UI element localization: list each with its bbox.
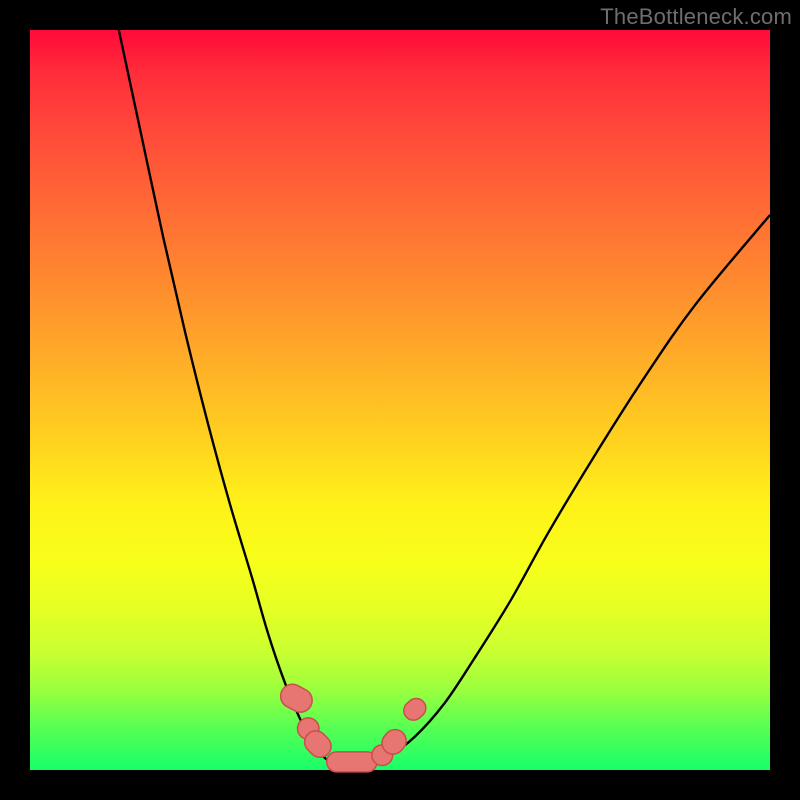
curve-layer <box>119 30 770 766</box>
valley-marker-6 <box>400 694 430 724</box>
valley-marker-3 <box>327 752 377 772</box>
bottleneck-curve <box>119 30 770 766</box>
watermark-text: TheBottleneck.com <box>600 4 792 30</box>
outer-frame: TheBottleneck.com <box>0 0 800 800</box>
chart-svg <box>30 30 770 770</box>
valley-marker-0 <box>276 680 316 716</box>
marker-layer <box>276 680 429 772</box>
